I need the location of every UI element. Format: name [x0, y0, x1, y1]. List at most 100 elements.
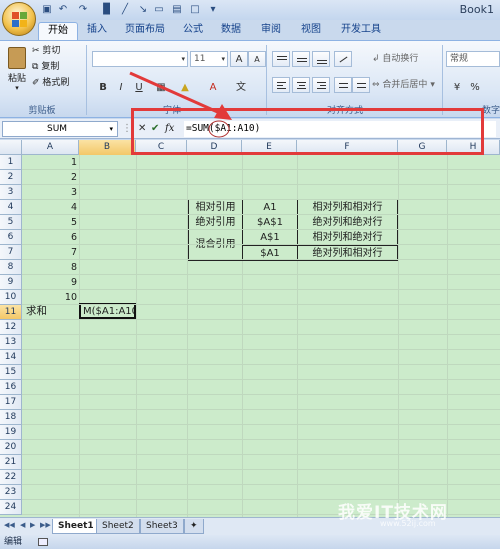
row-header-17[interactable]: 17: [0, 395, 22, 410]
sheet-tab-sheet2[interactable]: Sheet2: [96, 519, 140, 534]
row-header-4[interactable]: 4: [0, 200, 22, 215]
cell-a11[interactable]: 求和: [26, 303, 47, 319]
insert-sheet-icon[interactable]: ✦: [184, 519, 204, 534]
row-header-3[interactable]: 3: [0, 185, 22, 200]
select-all-corner[interactable]: [0, 140, 22, 155]
currency-icon[interactable]: ¥: [448, 79, 466, 95]
column-header-c[interactable]: C: [136, 140, 187, 155]
table-cell-relative-desc[interactable]: 相对列和相对行: [297, 199, 398, 215]
copy-button[interactable]: ⧉ 复制: [32, 61, 59, 74]
grow-font-button[interactable]: A: [230, 51, 248, 67]
paste-button[interactable]: 粘贴 ▾: [6, 47, 28, 97]
row-header-11[interactable]: 11: [0, 305, 22, 320]
row-header-1[interactable]: 1: [0, 155, 22, 170]
column-header-a[interactable]: A: [22, 140, 79, 155]
chart-tool-icon[interactable]: ▉: [100, 3, 114, 17]
textbox-tool-icon[interactable]: ▤: [170, 3, 184, 17]
number-format-combo[interactable]: 常规: [446, 51, 500, 67]
first-sheet-icon[interactable]: ◀◀: [4, 521, 15, 529]
phonetic-button[interactable]: 文: [232, 79, 250, 95]
column-header-g[interactable]: G: [398, 140, 447, 155]
bold-button[interactable]: B: [94, 79, 112, 95]
enter-check-icon[interactable]: ✔: [151, 122, 159, 136]
font-name-combo[interactable]: ▾: [92, 51, 188, 67]
increase-indent-icon[interactable]: [352, 77, 370, 93]
tab-home[interactable]: 开始: [38, 22, 78, 40]
column-header-b[interactable]: B: [79, 140, 136, 155]
table-cell-absolute-desc[interactable]: 绝对列和绝对行: [297, 214, 398, 230]
italic-button[interactable]: I: [112, 79, 130, 95]
next-sheet-icon[interactable]: ▶: [30, 521, 35, 529]
sheet-tab-sheet1[interactable]: Sheet1: [52, 519, 100, 534]
tab-formulas[interactable]: 公式: [174, 22, 212, 40]
expand-handle-icon[interactable]: ⋮: [122, 122, 132, 136]
column-header-e[interactable]: E: [242, 140, 297, 155]
column-header-d[interactable]: D: [187, 140, 242, 155]
cell-a4[interactable]: 4: [23, 200, 79, 215]
row-header-10[interactable]: 10: [0, 290, 22, 305]
cell-a2[interactable]: 2: [23, 170, 79, 185]
row-header-13[interactable]: 13: [0, 335, 22, 350]
wrap-text-button[interactable]: ↲ 自动换行: [372, 53, 418, 66]
row-header-18[interactable]: 18: [0, 410, 22, 425]
name-box[interactable]: SUM ▾: [2, 121, 118, 137]
table-cell-mixed-desc-1[interactable]: 相对列和绝对行: [297, 229, 398, 245]
tab-page-layout[interactable]: 页面布局: [116, 22, 174, 40]
shape-tool-icon[interactable]: ▭: [152, 3, 166, 17]
align-center-icon[interactable]: [292, 77, 310, 93]
shrink-font-button[interactable]: A: [248, 51, 266, 67]
align-middle-icon[interactable]: [292, 51, 310, 67]
tab-view[interactable]: 视图: [292, 22, 330, 40]
row-header-23[interactable]: 23: [0, 485, 22, 500]
align-bottom-icon[interactable]: [312, 51, 330, 67]
table-cell-absolute-label[interactable]: 绝对引用: [188, 214, 243, 230]
table-cell-mixed-label[interactable]: 混合引用: [188, 229, 243, 261]
align-left-icon[interactable]: [272, 77, 290, 93]
cell-a7[interactable]: 7: [23, 245, 79, 260]
tab-developer[interactable]: 开发工具: [332, 22, 390, 40]
cell-a8[interactable]: 8: [23, 260, 79, 275]
table-cell-mixed-example-1[interactable]: A$1: [242, 229, 298, 245]
decrease-indent-icon[interactable]: [334, 77, 352, 93]
orientation-icon[interactable]: [334, 51, 352, 67]
cell-a5[interactable]: 5: [23, 215, 79, 230]
save-icon[interactable]: ▣: [40, 3, 54, 17]
column-header-h[interactable]: H: [447, 140, 500, 155]
active-cell-b11[interactable]: M($A1:A10: [79, 303, 136, 319]
cut-button[interactable]: ✂ 剪切: [32, 45, 60, 58]
table-cell-relative-label[interactable]: 相对引用: [188, 199, 243, 215]
arrow-tool-icon[interactable]: ↘: [136, 3, 150, 17]
row-header-7[interactable]: 7: [0, 245, 22, 260]
row-header-14[interactable]: 14: [0, 350, 22, 365]
row-header-9[interactable]: 9: [0, 275, 22, 290]
row-header-20[interactable]: 20: [0, 440, 22, 455]
fill-color-icon[interactable]: ▲: [176, 79, 194, 95]
worksheet-grid[interactable]: A B C D E F G H 1 2 3 4 5 6 7 8 9 10 求和 …: [0, 140, 500, 517]
underline-button[interactable]: U: [130, 79, 148, 95]
font-size-combo[interactable]: 11 ▾: [190, 51, 228, 67]
tab-insert[interactable]: 插入: [78, 22, 116, 40]
row-header-8[interactable]: 8: [0, 260, 22, 275]
customize-toolbar-icon[interactable]: ▾: [206, 3, 220, 17]
row-header-21[interactable]: 21: [0, 455, 22, 470]
align-right-icon[interactable]: [312, 77, 330, 93]
merge-center-button[interactable]: ⇔ 合并后居中 ▾: [372, 79, 435, 92]
table-cell-relative-example[interactable]: A1: [242, 199, 298, 215]
cell-a6[interactable]: 6: [23, 230, 79, 245]
line-tool-icon[interactable]: ╱: [118, 3, 132, 17]
sheet-tab-sheet3[interactable]: Sheet3: [140, 519, 184, 534]
redo-icon[interactable]: ↷: [76, 3, 90, 17]
row-header-2[interactable]: 2: [0, 170, 22, 185]
undo-icon[interactable]: ↶: [56, 3, 70, 17]
cell-a1[interactable]: 1: [23, 155, 79, 170]
office-button[interactable]: [2, 2, 36, 36]
row-header-5[interactable]: 5: [0, 215, 22, 230]
row-header-16[interactable]: 16: [0, 380, 22, 395]
prev-sheet-icon[interactable]: ◀: [20, 521, 25, 529]
macro-record-icon[interactable]: [38, 538, 48, 546]
border-icon[interactable]: ▦: [152, 79, 170, 95]
tab-data[interactable]: 数据: [212, 22, 250, 40]
row-header-19[interactable]: 19: [0, 425, 22, 440]
tab-review[interactable]: 审阅: [252, 22, 290, 40]
formula-input[interactable]: =SUM($A1:A10): [184, 121, 496, 137]
